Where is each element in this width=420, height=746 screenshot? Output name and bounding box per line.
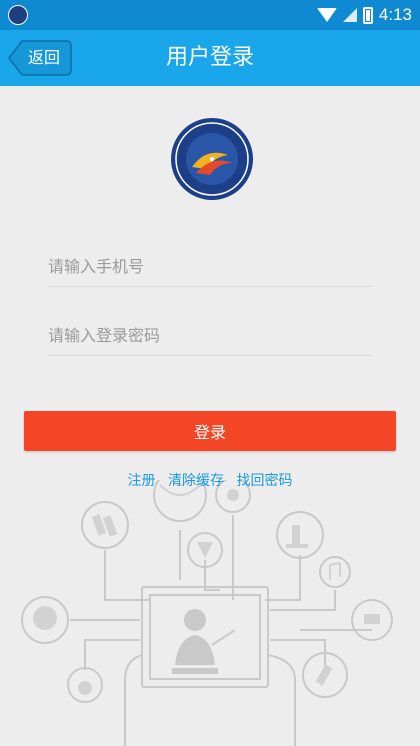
register-link[interactable]: 注册	[128, 473, 156, 489]
login-button[interactable]: 登录	[24, 411, 396, 451]
wifi-icon	[316, 8, 337, 22]
back-button[interactable]: 返回	[8, 40, 72, 76]
auxiliary-links: 注册 清除缓存 找回密码	[0, 470, 420, 490]
app-header: 用户登录 返回	[0, 30, 420, 86]
app-logo-icon	[8, 5, 28, 25]
education-illustration	[21, 480, 393, 746]
status-indicators: 4:13	[316, 0, 412, 30]
back-label: 返回	[28, 48, 61, 67]
status-bar: 4:13	[0, 0, 420, 30]
signal-icon	[342, 8, 357, 22]
phone-input[interactable]	[48, 246, 372, 287]
battery-icon	[362, 6, 373, 24]
clear-cache-link[interactable]: 清除缓存	[168, 473, 224, 489]
school-logo-icon	[171, 118, 253, 200]
recover-password-link[interactable]: 找回密码	[236, 473, 292, 489]
password-input[interactable]	[48, 315, 372, 356]
status-time: 4:13	[378, 5, 412, 24]
